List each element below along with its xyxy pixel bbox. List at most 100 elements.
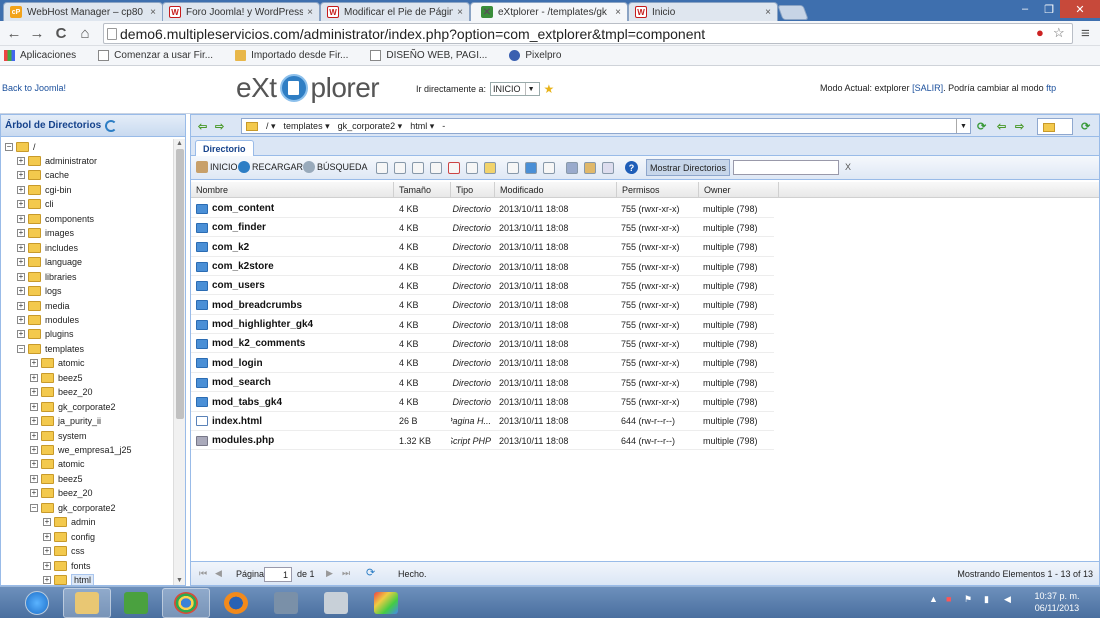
table-row[interactable]: mod_login 4 KB Directorio 2013/10/11 18:08 7… <box>191 354 774 373</box>
tree-node[interactable]: + logs <box>17 284 62 298</box>
table-row[interactable]: mod_k2_comments 4 KB Directorio 2013/10/11 … <box>191 334 774 354</box>
table-row[interactable]: com_content 4 KB Directorio 2013/10/11 18:0… <box>191 199 774 218</box>
scroll-down-icon[interactable]: ▼ <box>176 577 183 584</box>
table-row[interactable]: com_users 4 KB Directorio 2013/10/11 18:08 7… <box>191 276 774 296</box>
tree-node[interactable]: + cgi-bin <box>17 183 72 197</box>
reload-icon[interactable]: C <box>52 24 70 42</box>
path-segment[interactable]: templates ▾ <box>284 121 330 132</box>
tree-node[interactable]: + media <box>17 299 70 313</box>
edit-icon[interactable] <box>394 162 406 174</box>
column-header[interactable]: Permisos <box>617 182 699 198</box>
view-icon[interactable] <box>507 162 519 174</box>
expand-icon[interactable]: + <box>17 287 25 296</box>
alert-badge-icon[interactable]: ● <box>1036 25 1044 40</box>
back-arrow-icon[interactable]: ⇦ <box>997 120 1006 133</box>
table-row[interactable]: mod_tabs_gk4 4 KB Directorio 2013/10/11 18:… <box>191 393 774 412</box>
last-page-icon[interactable]: ⏭ <box>342 568 350 579</box>
back-arrow-icon[interactable]: ← <box>5 24 23 42</box>
taskbar-calculator[interactable] <box>312 588 360 618</box>
path-segment[interactable]: gk_corporate2 ▾ <box>338 121 403 132</box>
expand-icon[interactable]: + <box>30 460 38 469</box>
bookmark-item[interactable]: Importado desde Fir... <box>235 50 348 61</box>
tree-node[interactable]: + language <box>17 255 82 269</box>
tray-flag-icon[interactable]: ⚑ <box>964 594 972 605</box>
path-segment[interactable]: / ▾ <box>266 121 276 132</box>
close-tab-icon[interactable]: × <box>457 7 463 18</box>
archive-icon[interactable] <box>584 162 596 174</box>
search-button[interactable]: BÚSQUEDA <box>303 161 368 173</box>
maximize-button[interactable]: ❐ <box>1036 0 1062 18</box>
table-row[interactable]: com_k2store 4 KB Directorio 2013/10/11 18:0… <box>191 257 774 277</box>
browser-tab[interactable]: W Foro Joomla! y WordPress × <box>162 2 320 21</box>
bookmark-star-icon[interactable]: ☆ <box>1053 25 1065 41</box>
collapse-icon[interactable]: − <box>17 344 25 353</box>
filter-input[interactable] <box>733 160 839 175</box>
browser-menu-icon[interactable]: ≡ <box>1081 25 1090 42</box>
table-row[interactable]: index.html 26 B Pagina H... 2013/10/11 18:0… <box>191 412 774 431</box>
tree-node[interactable]: + we_empresa1_j25 <box>30 443 132 457</box>
close-tab-icon[interactable]: × <box>765 7 771 18</box>
tree-node[interactable]: + gk_corporate2 <box>30 400 116 414</box>
refresh-icon[interactable]: ⟳ <box>1081 120 1090 133</box>
ftp-mode-link[interactable]: ftp <box>1046 83 1056 93</box>
new-file-icon[interactable] <box>376 162 388 174</box>
column-header[interactable]: Tipo <box>451 182 495 198</box>
minimize-button[interactable]: – <box>1012 0 1038 18</box>
expand-icon[interactable]: + <box>43 518 51 527</box>
copy-icon[interactable] <box>412 162 424 174</box>
expand-icon[interactable]: + <box>30 474 38 483</box>
taskbar-chrome[interactable] <box>162 588 210 618</box>
close-tab-icon[interactable]: × <box>307 7 313 18</box>
expand-icon[interactable]: + <box>17 315 25 324</box>
tree-node[interactable]: + beez5 <box>30 472 83 486</box>
expand-icon[interactable]: + <box>30 373 38 382</box>
tray-security-icon[interactable]: ■ <box>946 594 951 604</box>
taskbar-paint[interactable] <box>362 588 410 618</box>
expand-icon[interactable]: + <box>43 576 51 585</box>
taskbar-clock[interactable]: 10:37 p. m. 06/11/2013 <box>1018 590 1096 614</box>
home-button[interactable]: INICIO <box>196 161 238 173</box>
rename-icon[interactable] <box>466 162 478 174</box>
close-tab-icon[interactable]: × <box>615 7 621 18</box>
tree-node[interactable]: + system <box>30 429 87 443</box>
expand-icon[interactable]: + <box>30 431 38 440</box>
edit-view-icon[interactable] <box>525 162 537 174</box>
forward-arrow-icon[interactable]: ⇨ <box>1015 120 1024 133</box>
browser-tab[interactable]: W Inicio × <box>628 2 778 21</box>
tree-node[interactable]: + beez_20 <box>30 486 93 500</box>
prev-page-icon[interactable]: ◀ <box>215 568 222 579</box>
home-icon[interactable]: ⌂ <box>76 24 94 42</box>
tree-node[interactable]: + libraries <box>17 270 77 284</box>
column-header[interactable]: Tamaño <box>394 182 451 198</box>
bookmark-item[interactable]: Aplicaciones <box>4 50 76 61</box>
tree-node[interactable]: + modules <box>17 313 79 327</box>
tray-signal-icon[interactable]: ▮ <box>984 594 989 605</box>
tree-node[interactable]: + cli <box>17 197 54 211</box>
clear-filter-button[interactable]: X <box>845 162 851 172</box>
column-header[interactable]: Modificado <box>495 182 617 198</box>
expand-icon[interactable]: + <box>17 258 25 267</box>
collapse-icon[interactable]: − <box>5 143 13 151</box>
expand-icon[interactable]: + <box>17 229 25 238</box>
delete-icon[interactable] <box>448 162 460 174</box>
expand-icon[interactable]: + <box>30 417 38 426</box>
table-row[interactable]: mod_highlighter_gk4 4 KB Directorio 2013/10… <box>191 315 774 335</box>
download-icon[interactable] <box>543 162 555 174</box>
chevron-down-icon[interactable]: ▼ <box>956 119 970 133</box>
close-tab-icon[interactable]: × <box>150 7 156 18</box>
table-row[interactable]: mod_search 4 KB Directorio 2013/10/11 18:08… <box>191 373 774 393</box>
page-number-input[interactable]: 1 <box>264 567 292 582</box>
expand-icon[interactable]: + <box>17 185 25 194</box>
chmod-icon[interactable] <box>484 162 496 174</box>
table-row[interactable]: mod_breadcrumbs 4 KB Directorio 2013/10/11 … <box>191 296 774 315</box>
path-segment[interactable]: - <box>442 121 445 131</box>
forward-arrow-icon[interactable]: ⇨ <box>215 120 224 133</box>
tray-volume-icon[interactable]: ◀ <box>1004 594 1011 605</box>
tree-node[interactable]: + css <box>43 544 85 558</box>
taskbar-firefox[interactable] <box>212 588 260 618</box>
back-to-joomla-link[interactable]: Back to Joomla! <box>2 83 66 93</box>
bookmark-item[interactable]: Comenzar a usar Fir... <box>98 50 213 61</box>
bookmark-star-icon[interactable]: ★ <box>544 82 555 96</box>
help-icon[interactable]: ? <box>625 161 638 174</box>
expand-icon[interactable]: + <box>17 157 25 165</box>
